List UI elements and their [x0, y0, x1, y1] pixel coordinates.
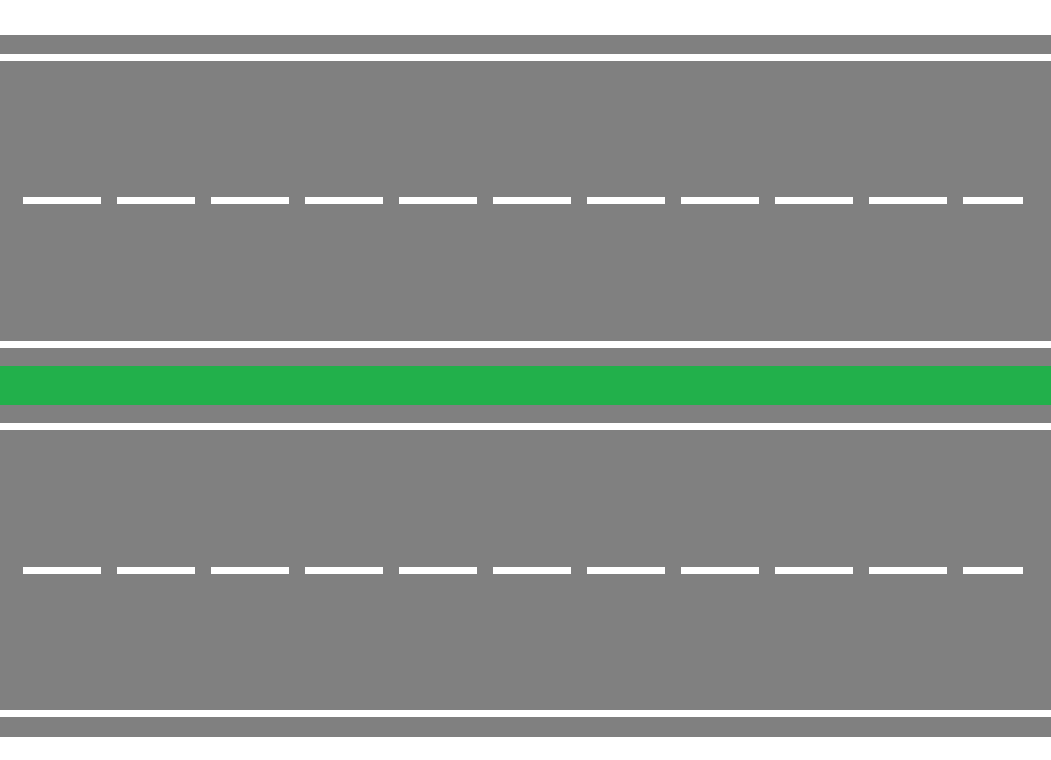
lane-dash	[963, 567, 1023, 574]
lane-dash	[493, 197, 571, 204]
lane-dash	[117, 197, 195, 204]
lane-dash	[587, 197, 665, 204]
upper-inner-edge-line	[0, 341, 1051, 348]
lane-dash	[775, 197, 853, 204]
lane-dash	[399, 567, 477, 574]
lane-dash	[117, 567, 195, 574]
lane-dash	[305, 567, 383, 574]
lane-dash	[493, 567, 571, 574]
lane-dash	[775, 567, 853, 574]
lane-dash	[23, 567, 101, 574]
lane-dash	[399, 197, 477, 204]
road-diagram	[0, 0, 1051, 760]
lane-dash	[963, 197, 1023, 204]
upper-outer-edge-line	[0, 54, 1051, 61]
lane-dash	[869, 197, 947, 204]
median-strip	[0, 366, 1051, 405]
lane-dash	[681, 567, 759, 574]
upper-lane-divider	[23, 197, 1023, 204]
lane-dash	[869, 567, 947, 574]
lane-dash	[681, 197, 759, 204]
lower-lane-divider	[23, 567, 1023, 574]
lane-dash	[305, 197, 383, 204]
lower-outer-edge-line	[0, 710, 1051, 717]
lane-dash	[211, 197, 289, 204]
lane-dash	[211, 567, 289, 574]
lower-inner-edge-line	[0, 423, 1051, 430]
road-svg	[0, 35, 1051, 737]
lane-dash	[23, 197, 101, 204]
lane-dash	[587, 567, 665, 574]
